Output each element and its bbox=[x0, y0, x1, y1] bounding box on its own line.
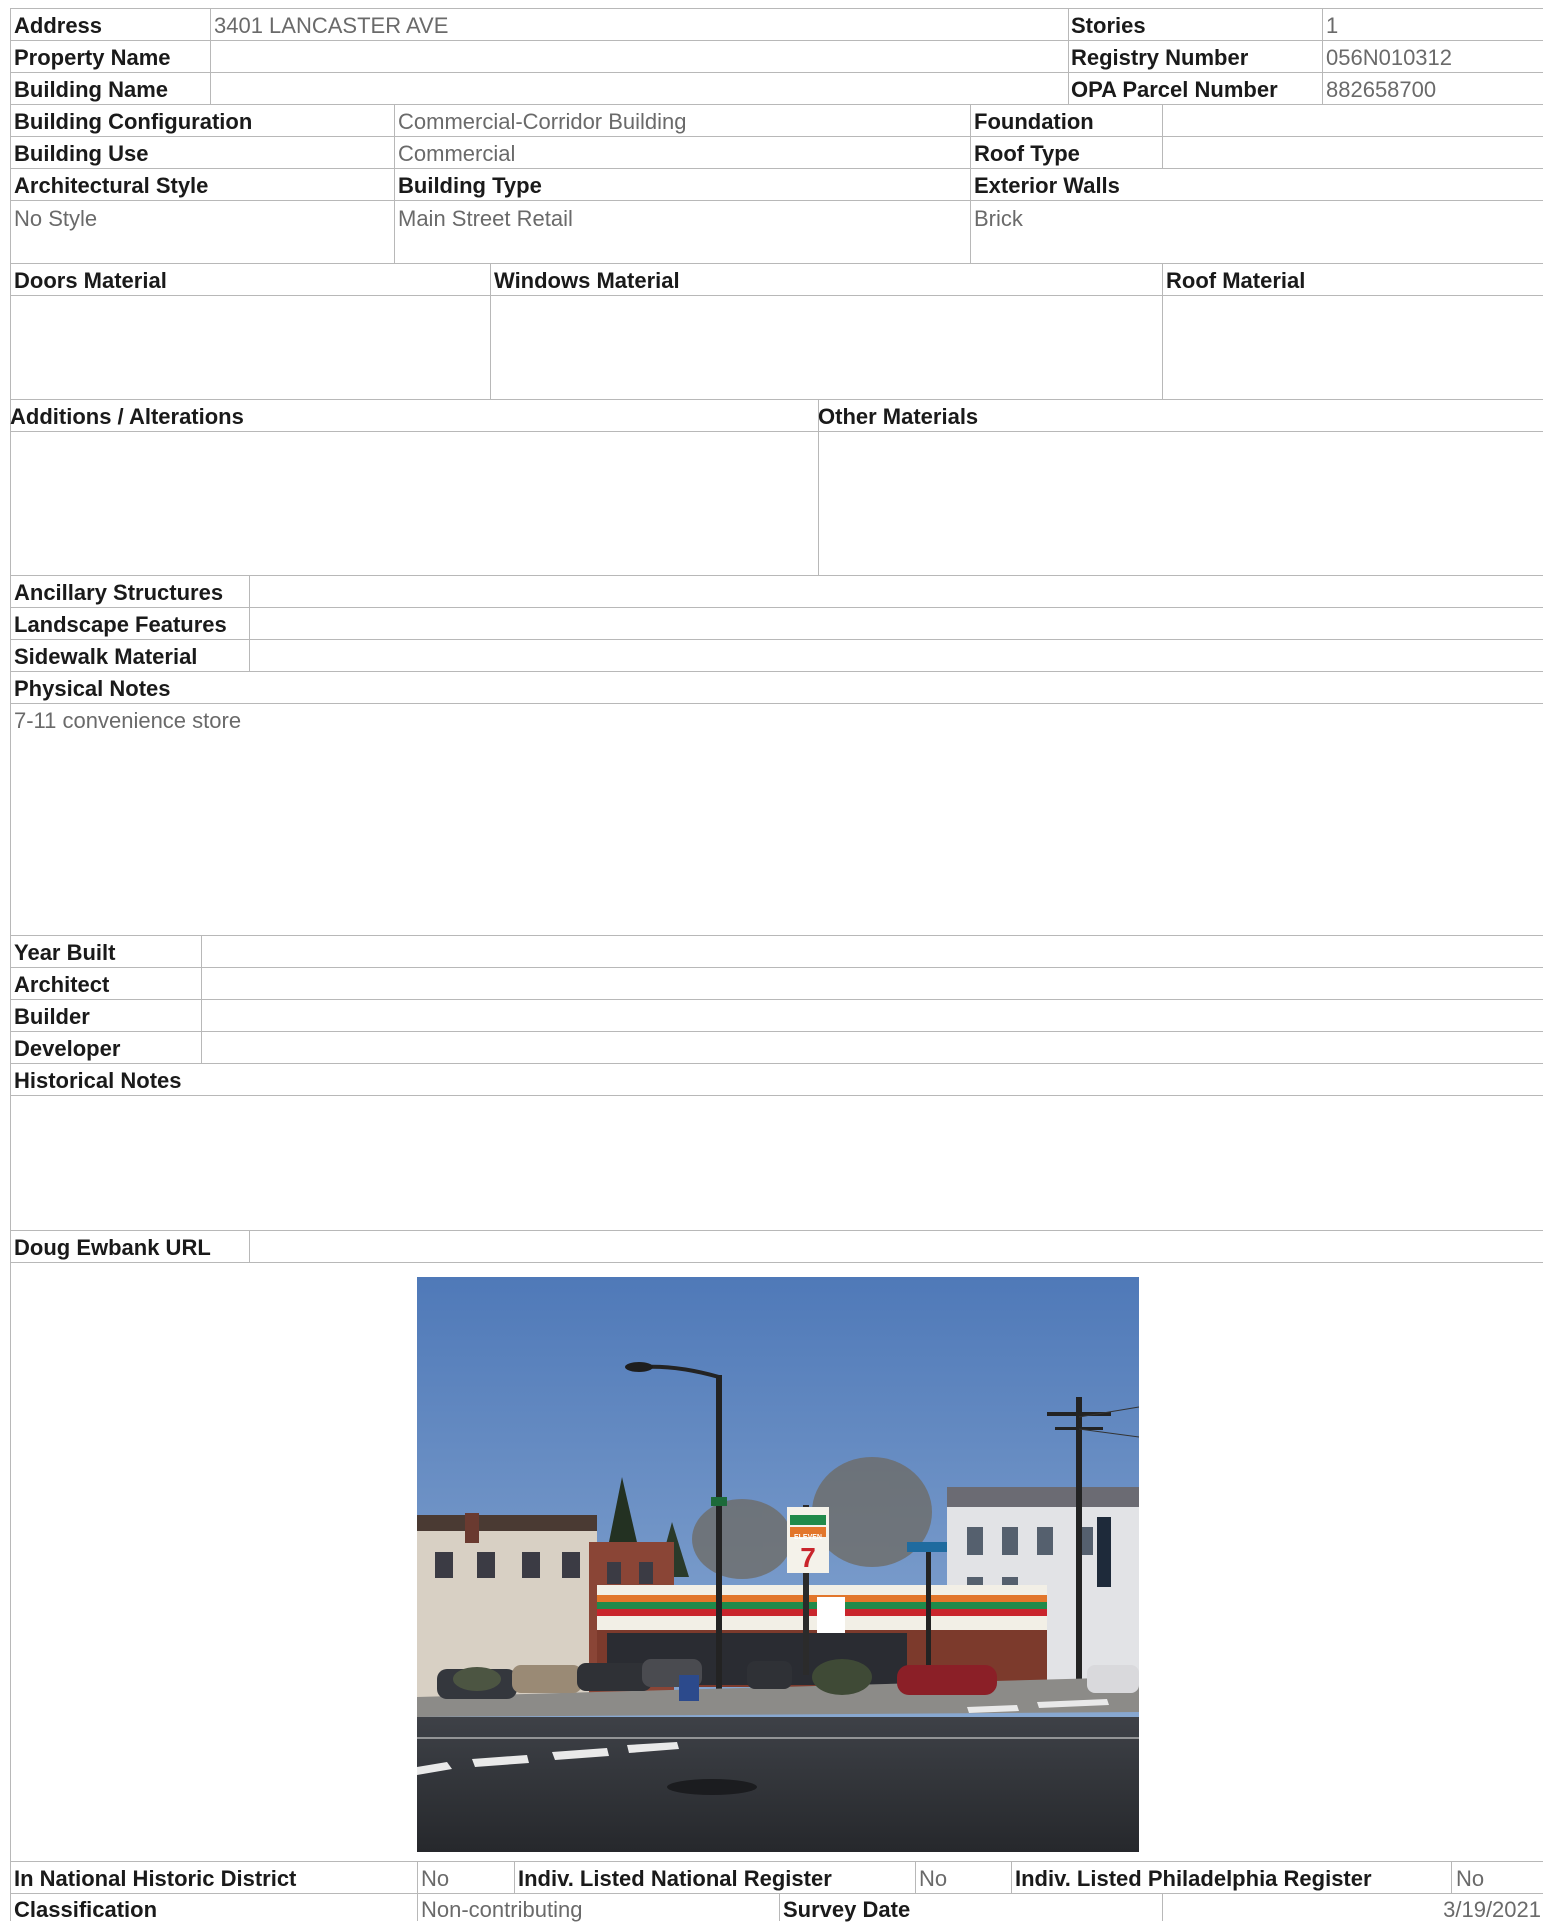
national-historic-district-value: No bbox=[421, 1866, 450, 1891]
rule bbox=[779, 1893, 780, 1921]
rule bbox=[915, 1861, 916, 1893]
stories-label: Stories bbox=[1071, 13, 1146, 38]
rule bbox=[10, 72, 1543, 73]
stories-value: 1 bbox=[1326, 13, 1339, 38]
year-built-label: Year Built bbox=[14, 940, 116, 965]
sign-number: 7 bbox=[800, 1542, 816, 1573]
rule bbox=[514, 1861, 515, 1893]
national-register-value: No bbox=[919, 1866, 948, 1891]
national-register-label: Indiv. Listed National Register bbox=[518, 1866, 832, 1891]
rule bbox=[249, 575, 250, 671]
rule bbox=[1162, 263, 1163, 399]
rule bbox=[10, 168, 1543, 169]
sidewalk-material-label: Sidewalk Material bbox=[14, 644, 198, 669]
rule bbox=[394, 104, 395, 263]
philadelphia-register-label: Indiv. Listed Philadelphia Register bbox=[1015, 1866, 1372, 1891]
rule bbox=[10, 200, 1543, 201]
roof-material-label: Roof Material bbox=[1166, 268, 1306, 293]
landscape-features-label: Landscape Features bbox=[14, 612, 227, 637]
architectural-style-value: No Style bbox=[14, 206, 98, 231]
building-configuration-value: Commercial-Corridor Building bbox=[398, 109, 687, 134]
building-use-label: Building Use bbox=[14, 141, 149, 166]
rule bbox=[10, 104, 1543, 105]
physical-notes-label: Physical Notes bbox=[14, 676, 171, 701]
doug-ewbank-url-label: Doug Ewbank URL bbox=[14, 1235, 211, 1260]
property-survey-form: Address 3401 LANCASTER AVE Stories 1 Pro… bbox=[0, 0, 1543, 1922]
philadelphia-register-value: No bbox=[1456, 1866, 1485, 1891]
rule bbox=[10, 967, 1543, 968]
building-type-label: Building Type bbox=[398, 173, 542, 198]
rule bbox=[10, 575, 1543, 576]
address-value: 3401 LANCASTER AVE bbox=[214, 13, 449, 38]
rule bbox=[10, 263, 1543, 264]
rule bbox=[10, 703, 1543, 704]
building-name-label: Building Name bbox=[14, 77, 169, 102]
rule bbox=[10, 295, 1543, 296]
ancillary-structures-label: Ancillary Structures bbox=[14, 580, 224, 605]
registry-number-value: 056N010312 bbox=[1326, 45, 1453, 70]
rule bbox=[1011, 1861, 1012, 1893]
roof-type-label: Roof Type bbox=[974, 141, 1080, 166]
building-configuration-label: Building Configuration bbox=[14, 109, 253, 134]
rule bbox=[249, 1230, 250, 1262]
rule bbox=[490, 263, 491, 399]
rule bbox=[10, 1031, 1543, 1032]
rule bbox=[10, 935, 1543, 936]
rule bbox=[10, 999, 1543, 1000]
historical-notes-label: Historical Notes bbox=[14, 1068, 182, 1093]
additions-alterations-label: Additions / Alterations bbox=[10, 404, 244, 429]
property-photo: 7 ELEVEN bbox=[417, 1277, 1139, 1852]
rule bbox=[10, 639, 1543, 640]
rule bbox=[10, 8, 1543, 9]
builder-label: Builder bbox=[14, 1004, 90, 1029]
rule bbox=[1068, 8, 1069, 104]
rule bbox=[970, 104, 971, 263]
physical-notes-value: 7-11 convenience store bbox=[14, 708, 242, 733]
rule bbox=[201, 935, 202, 1063]
rule bbox=[10, 1230, 1543, 1231]
national-historic-district-label: In National Historic District bbox=[14, 1866, 297, 1891]
rule bbox=[1162, 1893, 1163, 1921]
windows-material-label: Windows Material bbox=[494, 268, 680, 293]
property-name-label: Property Name bbox=[14, 45, 171, 70]
rule bbox=[210, 8, 211, 104]
architect-label: Architect bbox=[14, 972, 110, 997]
building-use-value: Commercial bbox=[398, 141, 516, 166]
rule bbox=[417, 1861, 418, 1921]
rule bbox=[1451, 1861, 1452, 1893]
registry-number-label: Registry Number bbox=[1071, 45, 1249, 70]
exterior-walls-value: Brick bbox=[974, 206, 1023, 231]
sign-text: ELEVEN bbox=[794, 1534, 822, 1541]
rule bbox=[10, 399, 1543, 400]
rule bbox=[1162, 104, 1163, 168]
rule bbox=[1322, 8, 1323, 104]
architectural-style-label: Architectural Style bbox=[14, 173, 209, 198]
rule bbox=[10, 1262, 1543, 1263]
rule bbox=[10, 1063, 1543, 1064]
exterior-walls-label: Exterior Walls bbox=[974, 173, 1120, 198]
rule bbox=[10, 671, 1543, 672]
rule bbox=[10, 1095, 1543, 1096]
opa-parcel-value: 882658700 bbox=[1326, 77, 1437, 102]
rule bbox=[10, 1861, 1543, 1862]
building-type-value: Main Street Retail bbox=[398, 206, 573, 231]
opa-parcel-label: OPA Parcel Number bbox=[1071, 77, 1278, 102]
developer-label: Developer bbox=[14, 1036, 121, 1061]
doors-material-label: Doors Material bbox=[14, 268, 167, 293]
address-label: Address bbox=[14, 13, 103, 38]
rule bbox=[10, 607, 1543, 608]
other-materials-label: Other Materials bbox=[818, 404, 979, 429]
foundation-label: Foundation bbox=[974, 109, 1094, 134]
